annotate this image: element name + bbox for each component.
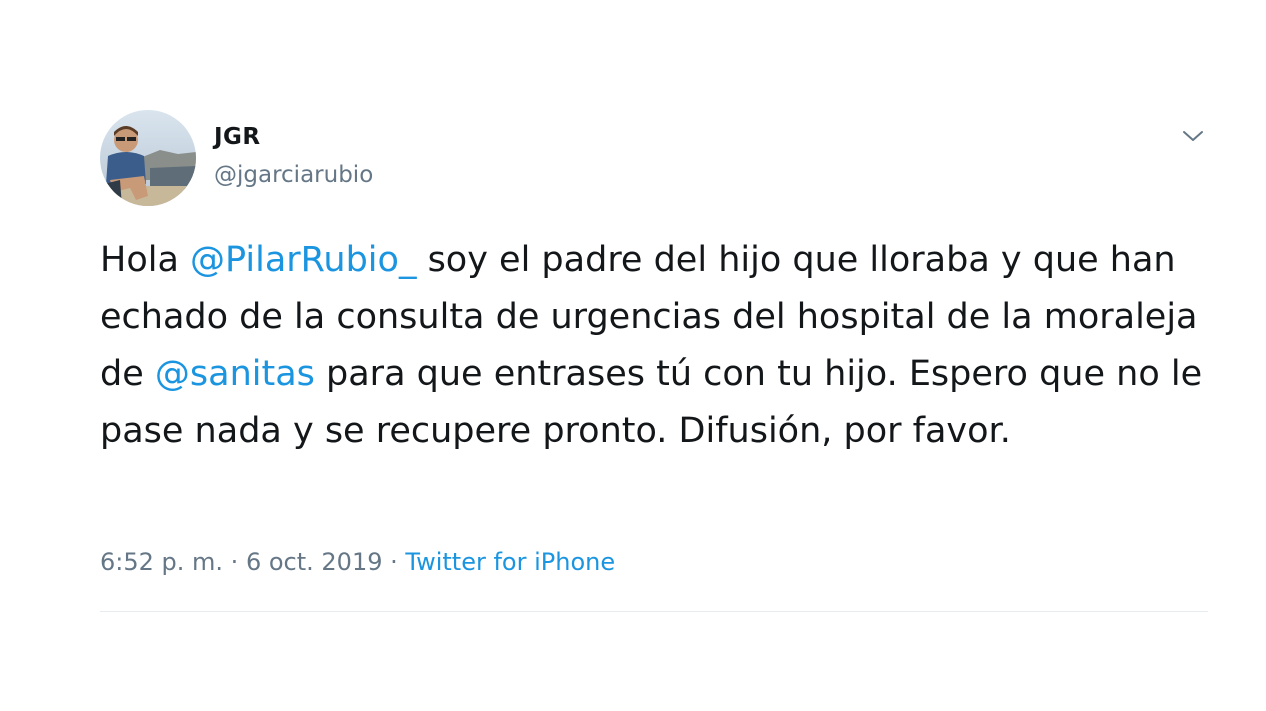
tweet-menu-button[interactable] <box>1178 124 1208 148</box>
tweet-card: JGR @jgarciarubio Hola @PilarRubio_ soy … <box>0 0 1266 711</box>
tweet-time[interactable]: 6:52 p. m. <box>100 548 223 576</box>
display-name[interactable]: JGR <box>214 124 261 150</box>
chevron-down-icon <box>1183 131 1203 141</box>
tweet-text: Hola @PilarRubio_ soy el padre del hijo … <box>100 232 1210 460</box>
tweet-source-link[interactable]: Twitter for iPhone <box>405 548 615 576</box>
tweet-date[interactable]: 6 oct. 2019 <box>246 548 383 576</box>
tweet-text-segment: Hola <box>100 240 191 280</box>
user-handle[interactable]: @jgarciarubio <box>214 162 373 188</box>
meta-separator: · <box>230 548 239 576</box>
meta-separator: · <box>390 548 398 576</box>
mention-link[interactable]: @PilarRubio_ <box>190 240 416 280</box>
divider <box>100 611 1208 612</box>
mention-link[interactable]: @sanitas <box>155 354 315 394</box>
tweet-meta: 6:52 p. m. · 6 oct. 2019 · Twitter for i… <box>100 548 615 576</box>
profile-photo-icon <box>100 110 196 206</box>
avatar[interactable] <box>100 110 196 206</box>
